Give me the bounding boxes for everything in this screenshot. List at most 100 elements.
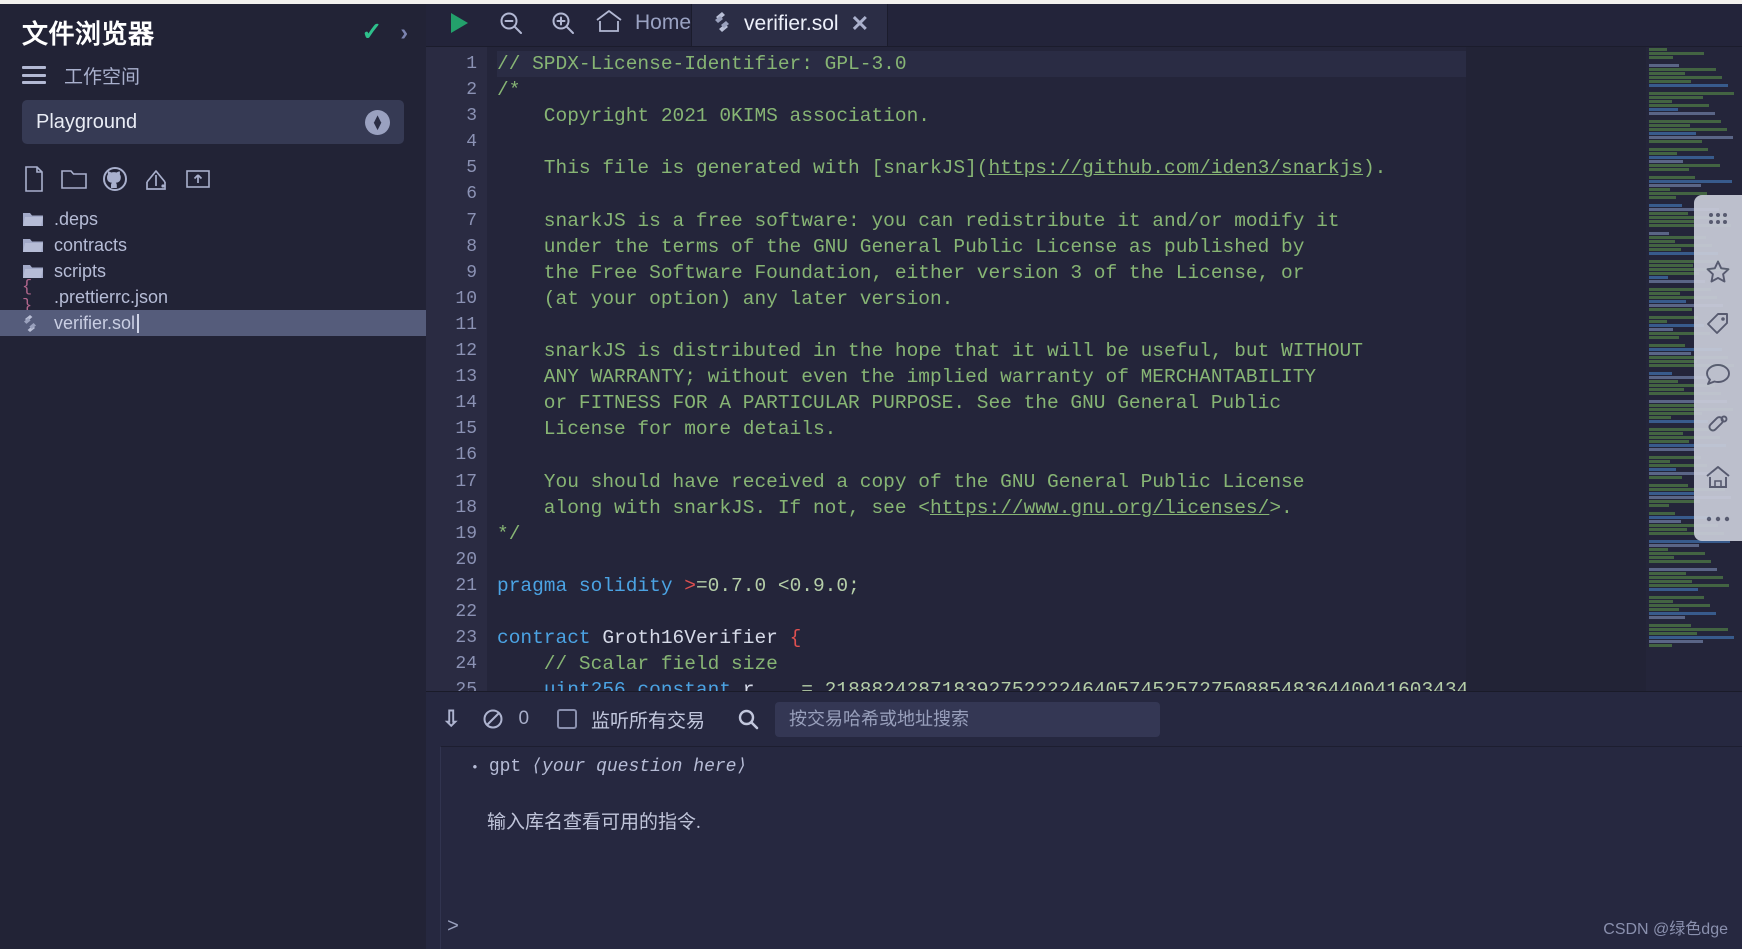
terminal-prompt[interactable]: >: [447, 916, 459, 939]
minimap-row: [1649, 520, 1681, 523]
zoom-in-icon[interactable]: [550, 10, 576, 36]
code-line[interactable]: the Free Software Foundation, either ver…: [497, 260, 1466, 286]
code-line[interactable]: License for more details.: [497, 416, 1466, 442]
paint-brush-icon[interactable]: [1705, 413, 1731, 439]
minimap-row: [1649, 344, 1685, 347]
minimap-row: [1649, 232, 1669, 235]
remix-ide-window: 文件浏览器 ✓ › 工作空间 Playground ▲ ▼ .deps cont…: [0, 0, 1742, 949]
minimap-row: [1649, 196, 1676, 199]
line-number: 14: [455, 393, 477, 414]
code-line[interactable]: [497, 547, 1466, 573]
code-line[interactable]: /*: [497, 77, 1466, 103]
code-line[interactable]: [497, 181, 1466, 207]
code-surface[interactable]: 1 2 3 4 5 6 7 8 9 10 11 12 13 14 15 16 17 18 19 20 21 22 23 24 2…: [426, 47, 1466, 691]
more-icon[interactable]: [1705, 515, 1731, 523]
home-tab[interactable]: Home: [580, 0, 691, 46]
minimap-row: [1649, 124, 1690, 127]
code-line[interactable]: along with snarkJS. If not, see <https:/…: [497, 495, 1466, 521]
code-line[interactable]: under the terms of the GNU General Publi…: [497, 234, 1466, 260]
code-line[interactable]: ANY WARRANTY; without even the implied w…: [497, 364, 1466, 390]
file-item-verifier-sol[interactable]: verifier.sol: [0, 310, 426, 336]
run-play-icon[interactable]: [444, 9, 472, 37]
upload-folder-icon[interactable]: [184, 167, 212, 191]
new-folder-icon[interactable]: [60, 167, 88, 191]
code-line[interactable]: snarkJS is a free software: you can redi…: [497, 208, 1466, 234]
code-line[interactable]: */: [497, 521, 1466, 547]
transaction-search-input[interactable]: [775, 701, 1161, 737]
file-item--prettierrc-json[interactable]: { } .prettierrc.json: [0, 278, 426, 316]
zoom-out-icon[interactable]: [498, 10, 524, 36]
minimap-row: [1649, 276, 1668, 279]
minimap-row: [1649, 404, 1696, 407]
code-line[interactable]: Copyright 2021 0KIMS association.: [497, 103, 1466, 129]
grid-icon[interactable]: [1707, 211, 1729, 233]
tag-icon[interactable]: [1705, 311, 1731, 337]
line-number: 17: [455, 471, 477, 492]
code-token: /*: [497, 79, 521, 102]
code-token: ).: [1362, 157, 1387, 180]
minimap-row: [1649, 528, 1687, 531]
tab-verifier-sol[interactable]: verifier.sol ✕: [691, 0, 888, 46]
code-token: You should have received a copy of the G…: [497, 470, 1305, 493]
code-line[interactable]: This file is generated with [snarkJS](ht…: [497, 155, 1466, 181]
close-icon[interactable]: ✕: [851, 13, 869, 35]
minimap-row: [1649, 504, 1669, 507]
file-item--deps[interactable]: .deps: [0, 206, 426, 232]
chat-bubble-icon[interactable]: [1705, 363, 1731, 387]
listen-all-transactions-checkbox[interactable]: [557, 709, 578, 729]
code-line[interactable]: // Scalar field size: [497, 651, 1466, 677]
code-lines[interactable]: // SPDX-License-Identifier: GPL-3.0 /* Co…: [487, 51, 1466, 691]
code-line[interactable]: snarkJS is distributed in the hope that …: [497, 338, 1466, 364]
code-line[interactable]: You should have received a copy of the G…: [497, 469, 1466, 495]
code-line[interactable]: or FITNESS FOR A PARTICULAR PURPOSE. See…: [497, 390, 1466, 416]
home-icon[interactable]: [1705, 465, 1731, 489]
hamburger-menu-icon[interactable]: [22, 66, 46, 84]
code-line[interactable]: uint256 constant r = 2188824287183927522…: [497, 677, 1466, 691]
minimap-row: [1649, 416, 1671, 419]
solidity-file-icon: [22, 314, 48, 333]
code-line[interactable]: [497, 599, 1466, 625]
chevron-right-icon[interactable]: ›: [400, 20, 408, 44]
code-token: >: [684, 574, 696, 597]
code-line[interactable]: [497, 129, 1466, 155]
code-link[interactable]: https://www.gnu.org/licenses/: [930, 497, 1269, 519]
code-line[interactable]: [497, 312, 1466, 338]
code-link[interactable]: https://github.com/iden3/snarkjs: [988, 157, 1362, 179]
publish-to-gist-icon[interactable]: [142, 166, 170, 192]
file-item-label: contracts: [54, 234, 128, 255]
file-item-contracts[interactable]: contracts: [0, 232, 426, 258]
code-line[interactable]: (at your option) any later version.: [497, 286, 1466, 312]
terminal-output[interactable]: • gpt ⟨your question here⟩ 输入库名查看可用的指令. …: [440, 746, 1742, 949]
code-token: snarkJS is distributed in the hope that …: [497, 340, 1363, 363]
minimap-row: [1649, 72, 1685, 75]
file-item-scripts[interactable]: scripts: [0, 258, 426, 284]
watermark: CSDN @绿色dge: [1603, 921, 1728, 938]
check-icon[interactable]: ✓: [361, 19, 382, 45]
star-icon[interactable]: [1705, 259, 1731, 285]
editor-toolbar: Home verifier.sol ✕: [426, 0, 1742, 47]
terminal-hint-text: 输入库名查看可用的指令.: [487, 812, 701, 833]
github-icon[interactable]: [102, 166, 128, 192]
minimap-row: [1649, 484, 1688, 487]
line-number: 2: [466, 80, 477, 101]
code-line[interactable]: // SPDX-License-Identifier: GPL-3.0: [497, 51, 1466, 78]
home-icon: [594, 8, 624, 39]
minimap-row: [1649, 80, 1691, 83]
search-icon[interactable]: [737, 708, 759, 730]
chevrons-down-icon[interactable]: ⇩: [442, 708, 460, 730]
line-number: 6: [466, 184, 477, 205]
code-line[interactable]: contract Groth16Verifier {: [497, 625, 1466, 651]
no-entry-icon[interactable]: [482, 708, 504, 730]
chevron-updown-icon[interactable]: ▲ ▼: [365, 109, 390, 135]
file-item-label: scripts: [54, 260, 107, 281]
window-strip: [426, 0, 1742, 4]
code-line[interactable]: [497, 442, 1466, 468]
new-file-icon[interactable]: [22, 166, 46, 192]
code-token: Copyright 2021 0KIMS association.: [497, 105, 930, 128]
line-number: 4: [466, 132, 477, 153]
code-line[interactable]: pragma solidity >=0.7.0 <0.9.0;: [497, 573, 1466, 599]
minimap-row: [1649, 500, 1700, 503]
minimap-row: [1649, 580, 1692, 583]
workspace-select[interactable]: Playground ▲ ▼: [22, 100, 404, 144]
